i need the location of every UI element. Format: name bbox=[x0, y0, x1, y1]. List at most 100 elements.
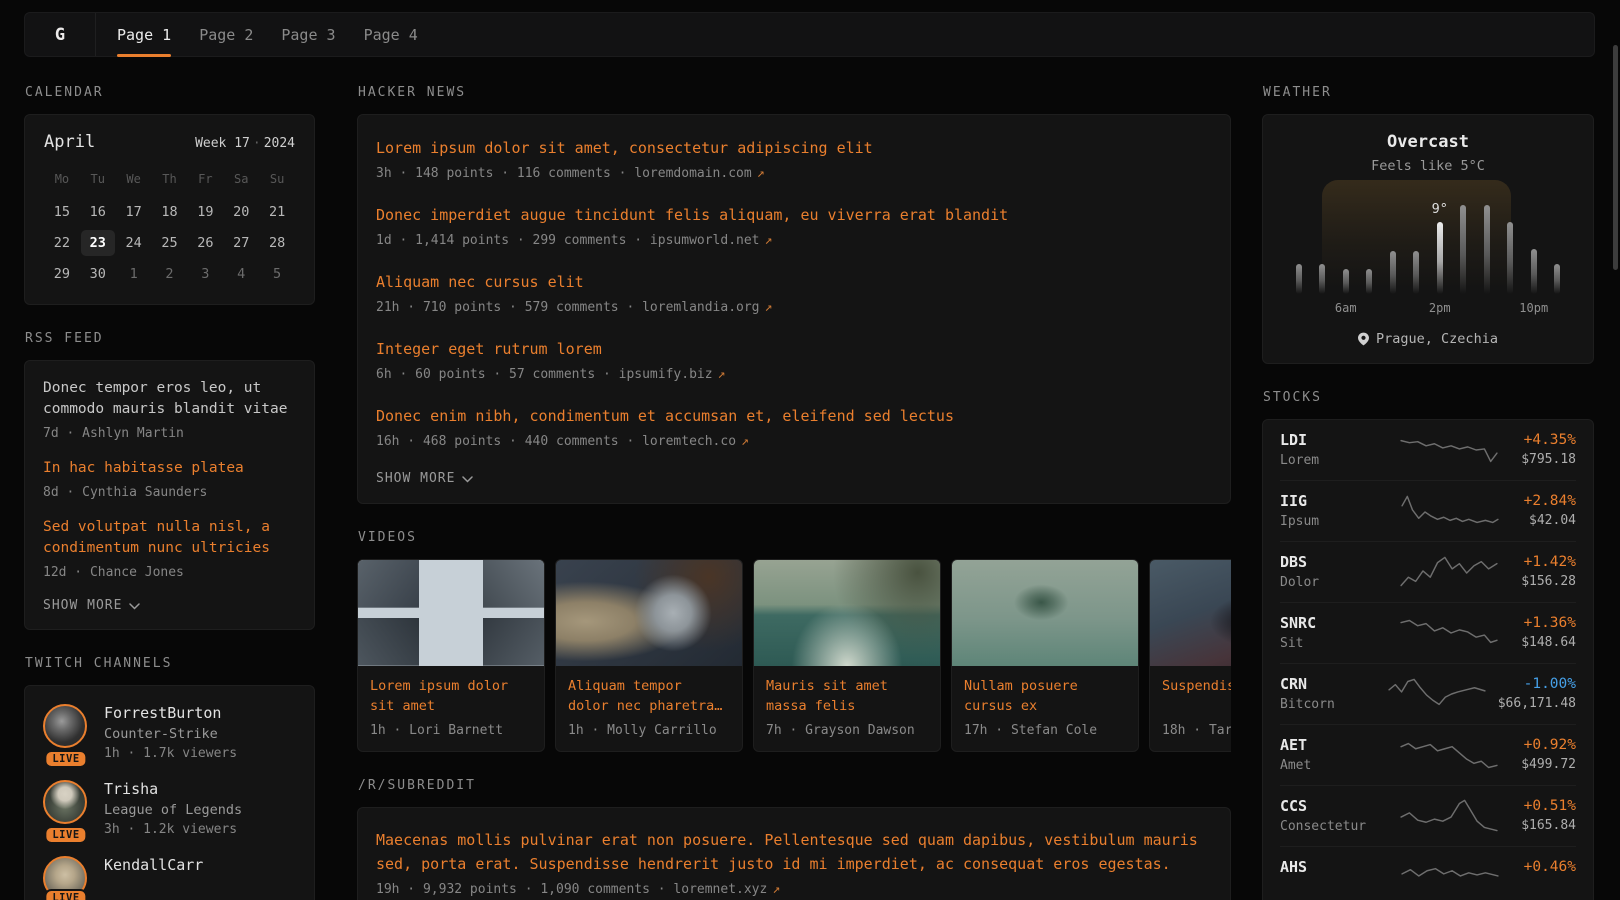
twitch-channel-meta: 1h · 1.7k viewers bbox=[104, 746, 237, 761]
twitch-channel-row[interactable]: LIVE KendallCarr bbox=[43, 856, 296, 900]
scrollbar[interactable] bbox=[1613, 45, 1618, 270]
hackernews-show-more-button[interactable]: SHOW MORE bbox=[376, 471, 1212, 486]
stock-row[interactable]: SNRC Sit +1.36% $148.64 bbox=[1280, 602, 1576, 663]
video-thumbnail[interactable] bbox=[952, 560, 1138, 666]
stock-row[interactable]: LDI Lorem +4.35% $795.18 bbox=[1280, 420, 1576, 480]
video-card[interactable]: Mauris sit amet massa felis 7h · Grayson… bbox=[753, 559, 941, 752]
stock-symbol[interactable]: DBS bbox=[1280, 553, 1376, 571]
hackernews-item-title[interactable]: Lorem ipsum dolor sit amet, consectetur … bbox=[376, 136, 1212, 160]
hackernews-item[interactable]: Donec enim nibh, condimentum et accumsan… bbox=[376, 404, 1212, 451]
rss-item[interactable]: Donec tempor eros leo, ut commodo mauris… bbox=[43, 378, 296, 443]
calendar-day-number: 18 bbox=[152, 199, 186, 225]
rss-item-title[interactable]: In hac habitasse platea bbox=[43, 458, 296, 479]
rss-show-more-button[interactable]: SHOW MORE bbox=[43, 598, 296, 613]
video-title[interactable]: Nullam posuere cursus ex bbox=[964, 676, 1126, 716]
stock-row[interactable]: AHS +0.46% bbox=[1280, 846, 1576, 900]
rss-item[interactable]: Sed volutpat nulla nisl, a condimentum n… bbox=[43, 517, 296, 582]
calendar-day-number: 4 bbox=[228, 261, 254, 287]
video-card[interactable]: Suspendisse diam 18h · Tara bbox=[1149, 559, 1231, 752]
video-title[interactable]: Mauris sit amet massa felis bbox=[766, 676, 928, 716]
external-link-icon[interactable]: ↗ bbox=[752, 166, 765, 181]
hackernews-widget: HACKER NEWS Lorem ipsum dolor sit amet, … bbox=[357, 85, 1231, 504]
stock-name: Bitcorn bbox=[1280, 697, 1376, 712]
stock-symbol[interactable]: CRN bbox=[1280, 675, 1376, 693]
external-link-icon[interactable]: ↗ bbox=[760, 300, 773, 315]
stock-row[interactable]: CCS Consectetur +0.51% $165.84 bbox=[1280, 785, 1576, 846]
weather-feels-like: Feels like 5°C bbox=[1281, 158, 1575, 174]
stock-row[interactable]: AET Amet +0.92% $499.72 bbox=[1280, 724, 1576, 785]
stock-change-percent: +0.46% bbox=[1524, 859, 1576, 875]
rss-item-title[interactable]: Sed volutpat nulla nisl, a condimentum n… bbox=[43, 517, 296, 559]
calendar-day-number: 23 bbox=[81, 230, 115, 256]
nav-tab[interactable]: Page 4 bbox=[364, 13, 418, 56]
hackernews-item[interactable]: Integer eget rutrum lorem 6h · 60 points… bbox=[376, 337, 1212, 384]
weather-bar-slot bbox=[1452, 204, 1476, 294]
hackernews-item[interactable]: Donec imperdiet augue tincidunt felis al… bbox=[376, 203, 1212, 250]
nav-tab[interactable]: Page 1 bbox=[117, 13, 171, 56]
video-thumbnail[interactable] bbox=[358, 560, 544, 666]
stock-symbol[interactable]: AHS bbox=[1280, 858, 1376, 876]
video-card[interactable]: Nullam posuere cursus ex 17h · Stefan Co… bbox=[951, 559, 1139, 752]
external-link-icon[interactable]: ↗ bbox=[760, 233, 773, 248]
stock-symbol[interactable]: IIG bbox=[1280, 492, 1376, 510]
subreddit-post-title[interactable]: Maecenas mollis pulvinar erat non posuer… bbox=[376, 828, 1212, 876]
stock-identity: CCS Consectetur bbox=[1280, 797, 1376, 834]
video-card[interactable]: Aliquam tempor dolor nec pharetra… 1h · … bbox=[555, 559, 743, 752]
rss-card: Donec tempor eros leo, ut commodo mauris… bbox=[24, 360, 315, 630]
hackernews-item-title[interactable]: Aliquam nec cursus elit bbox=[376, 270, 1212, 294]
video-thumbnail[interactable] bbox=[556, 560, 742, 666]
stock-symbol[interactable]: SNRC bbox=[1280, 614, 1376, 632]
stock-change-percent: +1.36% bbox=[1521, 615, 1576, 631]
calendar-day: 21 bbox=[259, 196, 295, 227]
calendar-weekday: Th bbox=[152, 164, 188, 196]
app-logo[interactable]: G bbox=[25, 13, 95, 56]
chevron-down-icon bbox=[129, 603, 140, 610]
stock-symbol[interactable]: LDI bbox=[1280, 431, 1376, 449]
subreddit-section-title: /R/SUBREDDIT bbox=[358, 778, 1231, 793]
right-column: WEATHER Overcast Feels like 5°C bbox=[1262, 85, 1594, 900]
stock-symbol[interactable]: AET bbox=[1280, 736, 1376, 754]
dashboard-page: G Page 1 Page 2 Page 3 Page 4 CALENDAR A… bbox=[0, 0, 1620, 900]
weather-temp-bar bbox=[1413, 251, 1419, 294]
weather-time-labels: 6am2pm10pm bbox=[1287, 301, 1569, 318]
hackernews-item[interactable]: Lorem ipsum dolor sit amet, consectetur … bbox=[376, 136, 1212, 183]
twitch-channel-name[interactable]: Trisha bbox=[104, 780, 242, 798]
external-link-icon[interactable]: ↗ bbox=[767, 882, 780, 897]
video-card[interactable]: Lorem ipsum dolor sit amet consectetu… 1… bbox=[357, 559, 545, 752]
live-badge: LIVE bbox=[44, 826, 87, 844]
twitch-channel-game[interactable]: Counter-Strike bbox=[104, 726, 237, 742]
external-link-icon[interactable]: ↗ bbox=[713, 367, 726, 382]
video-title[interactable]: Suspendisse diam bbox=[1162, 676, 1231, 716]
video-meta: 1h · Lori Barnett bbox=[370, 723, 532, 738]
weather-temp-bar bbox=[1484, 205, 1490, 294]
nav-tab[interactable]: Page 2 bbox=[199, 13, 253, 56]
twitch-channel-name[interactable]: ForrestBurton bbox=[104, 704, 237, 722]
stock-symbol[interactable]: CCS bbox=[1280, 797, 1376, 815]
twitch-channel-row[interactable]: LIVE ForrestBurton Counter-Strike 1h · 1… bbox=[43, 704, 296, 761]
twitch-channel-game[interactable]: League of Legends bbox=[104, 802, 242, 818]
hackernews-item-title[interactable]: Integer eget rutrum lorem bbox=[376, 337, 1212, 361]
stock-row[interactable]: IIG Ipsum +2.84% $42.04 bbox=[1280, 480, 1576, 541]
video-title[interactable]: Lorem ipsum dolor sit amet consectetu… bbox=[370, 676, 532, 716]
external-link-icon[interactable]: ↗ bbox=[736, 434, 749, 449]
video-thumbnail[interactable] bbox=[1150, 560, 1231, 666]
stock-row[interactable]: DBS Dolor +1.42% $156.28 bbox=[1280, 541, 1576, 602]
twitch-card: LIVE ForrestBurton Counter-Strike 1h · 1… bbox=[24, 685, 315, 900]
twitch-channel-name[interactable]: KendallCarr bbox=[104, 856, 203, 874]
weather-temp-bar bbox=[1343, 269, 1349, 294]
sparkline-chart bbox=[1399, 798, 1499, 834]
rss-item-title[interactable]: Donec tempor eros leo, ut commodo mauris… bbox=[43, 378, 296, 420]
rss-item[interactable]: In hac habitasse platea 8d · Cynthia Sau… bbox=[43, 458, 296, 502]
nav-tab[interactable]: Page 3 bbox=[281, 13, 335, 56]
rss-section-title: RSS FEED bbox=[25, 331, 315, 346]
video-title[interactable]: Aliquam tempor dolor nec pharetra… bbox=[568, 676, 730, 716]
hackernews-item-title[interactable]: Donec imperdiet augue tincidunt felis al… bbox=[376, 203, 1212, 227]
hackernews-item-title[interactable]: Donec enim nibh, condimentum et accumsan… bbox=[376, 404, 1212, 428]
hackernews-item[interactable]: Aliquam nec cursus elit 21h · 710 points… bbox=[376, 270, 1212, 317]
video-thumbnail[interactable] bbox=[754, 560, 940, 666]
stock-row[interactable]: CRN Bitcorn -1.00% $66,171.48 bbox=[1280, 663, 1576, 724]
stock-values: +1.42% $156.28 bbox=[1521, 554, 1576, 589]
weather-bar-slot bbox=[1499, 204, 1523, 294]
calendar-year: 2024 bbox=[264, 136, 295, 151]
twitch-channel-row[interactable]: LIVE Trisha League of Legends 3h · 1.2k … bbox=[43, 780, 296, 837]
